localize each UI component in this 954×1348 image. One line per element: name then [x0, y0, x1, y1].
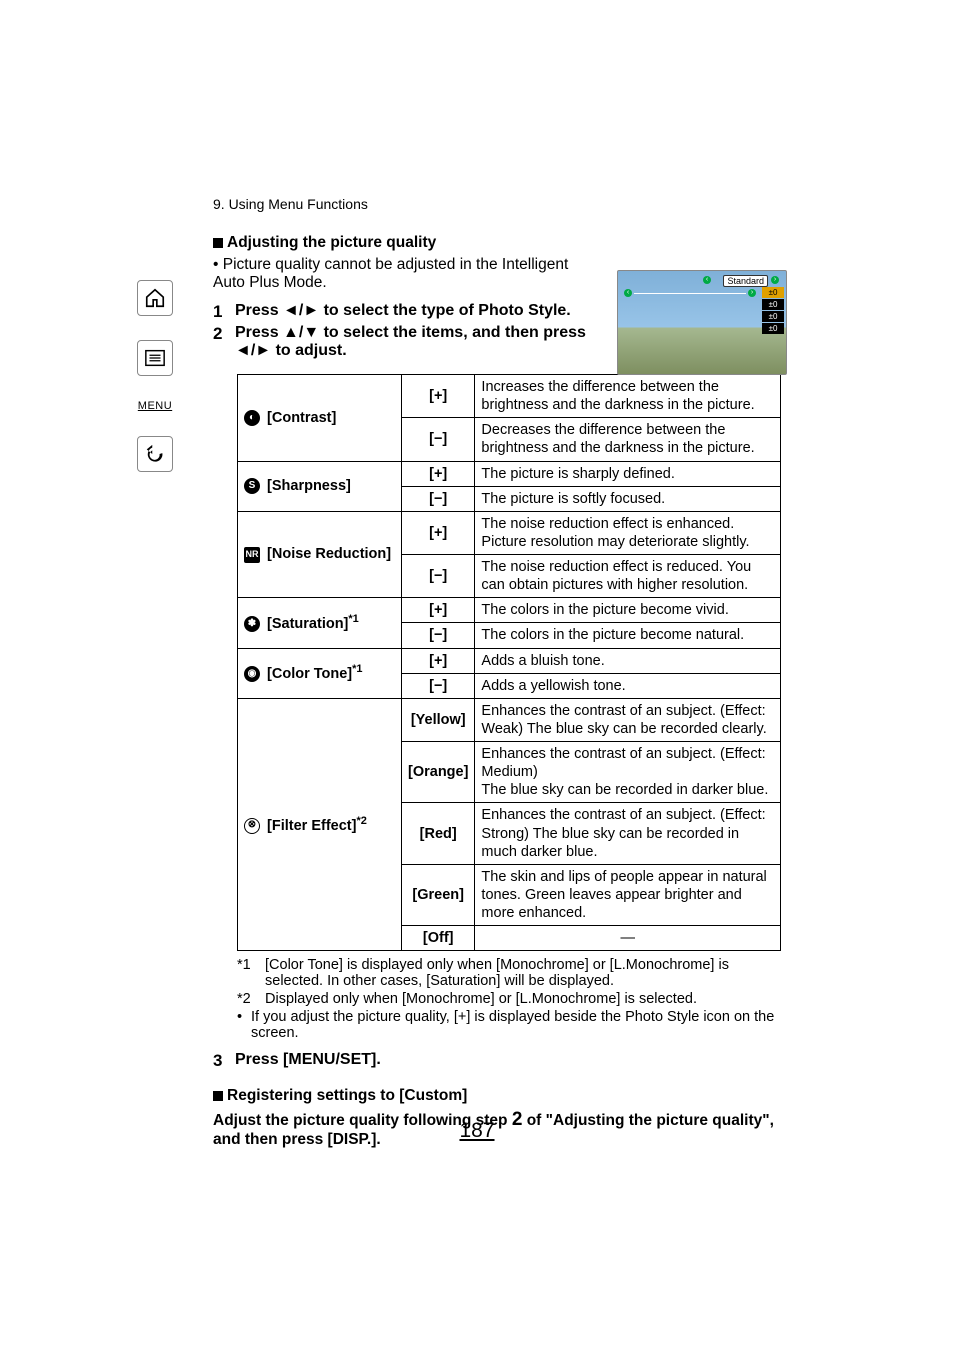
home-icon[interactable]	[137, 280, 173, 316]
desc: Enhances the contrast of an subject. (Ef…	[475, 803, 781, 864]
val: [+]	[402, 375, 475, 418]
param-sharpness: S [Sharpness]	[238, 461, 402, 511]
menu-label[interactable]: MENU	[138, 400, 172, 412]
sidebar-nav: MENU	[133, 280, 177, 472]
val: [+]	[402, 648, 475, 673]
val: [−]	[402, 418, 475, 461]
desc: Adds a yellowish tone.	[475, 673, 781, 698]
badge-contrast: ±0	[762, 287, 784, 298]
footnote-3: • If you adjust the picture quality, [+]…	[237, 1009, 781, 1041]
footnotes: *1 [Color Tone] is displayed only when […	[237, 957, 781, 1041]
desc: Adds a bluish tone.	[475, 648, 781, 673]
footnote-1: *1 [Color Tone] is displayed only when […	[237, 957, 781, 989]
filter-icon: ⊗	[244, 818, 260, 834]
desc: The skin and lips of people appear in na…	[475, 864, 781, 925]
val: [−]	[402, 486, 475, 511]
nr-icon: NR	[244, 547, 260, 563]
contrast-icon: ◐	[244, 410, 260, 426]
desc: Increases the difference between the bri…	[475, 375, 781, 418]
badge-sharpness: ±0	[762, 299, 784, 310]
desc: The noise reduction effect is reduced. Y…	[475, 555, 781, 598]
footnote-2: *2 Displayed only when [Monochrome] or […	[237, 991, 781, 1007]
param-noise-reduction: NR [Noise Reduction]	[238, 511, 402, 598]
preview-widget: Standard › ‹ ‹ › ±0 ±0 ±0 ±0	[617, 270, 787, 375]
val: [Yellow]	[402, 698, 475, 741]
desc: The noise reduction effect is enhanced. …	[475, 511, 781, 554]
val: [Green]	[402, 864, 475, 925]
param-filter-effect: ⊗ [Filter Effect]*2	[238, 698, 402, 951]
desc: The colors in the picture become natural…	[475, 623, 781, 648]
badge-sat: ±0	[762, 323, 784, 334]
val: [+]	[402, 511, 475, 554]
desc: Enhances the contrast of an subject. (Ef…	[475, 698, 781, 741]
chapter-heading: 9. Using Menu Functions	[213, 196, 781, 212]
nav-right-icon: ›	[748, 289, 756, 297]
val: [Off]	[402, 926, 475, 951]
val: [Orange]	[402, 742, 475, 803]
nav-left-icon: ‹	[624, 289, 632, 297]
widget-badges: ±0 ±0 ±0 ±0	[762, 287, 784, 335]
desc: Enhances the contrast of an subject. (Ef…	[475, 742, 781, 803]
sharpness-icon: S	[244, 478, 260, 494]
square-bullet-icon	[213, 238, 223, 248]
param-contrast: ◐ [Contrast]	[238, 375, 402, 462]
val: [−]	[402, 623, 475, 648]
page-number: 187	[0, 1119, 954, 1143]
val: [+]	[402, 461, 475, 486]
colortone-icon: ◉	[244, 666, 260, 682]
photostyle-pill: Standard	[723, 275, 768, 287]
val: [−]	[402, 555, 475, 598]
desc: The picture is softly focused.	[475, 486, 781, 511]
widget-line	[634, 293, 746, 294]
square-bullet-icon	[213, 1091, 223, 1101]
chevron-left-icon: ‹	[703, 276, 711, 284]
saturation-icon: ✽	[244, 616, 260, 632]
note-intelligent-auto: • Picture quality cannot be adjusted in …	[213, 256, 593, 292]
val: [+]	[402, 598, 475, 623]
document-icon[interactable]	[137, 340, 173, 376]
param-color-tone: ◉ [Color Tone]*1	[238, 648, 402, 698]
back-icon[interactable]	[137, 436, 173, 472]
desc: The colors in the picture become vivid.	[475, 598, 781, 623]
main-content: 9. Using Menu Functions Adjusting the pi…	[213, 196, 781, 1149]
step-3: 3 Press [MENU/SET].	[213, 1051, 781, 1071]
section-adjusting-quality: Adjusting the picture quality	[213, 234, 781, 252]
badge-nr: ±0	[762, 311, 784, 322]
quality-table: ◐ [Contrast] [+] Increases the differenc…	[213, 374, 781, 951]
val: [−]	[402, 673, 475, 698]
desc: Decreases the difference between the bri…	[475, 418, 781, 461]
desc: —	[475, 926, 781, 951]
desc: The picture is sharply defined.	[475, 461, 781, 486]
chevron-right-icon: ›	[771, 276, 779, 284]
val: [Red]	[402, 803, 475, 864]
param-saturation: ✽ [Saturation]*1	[238, 598, 402, 648]
